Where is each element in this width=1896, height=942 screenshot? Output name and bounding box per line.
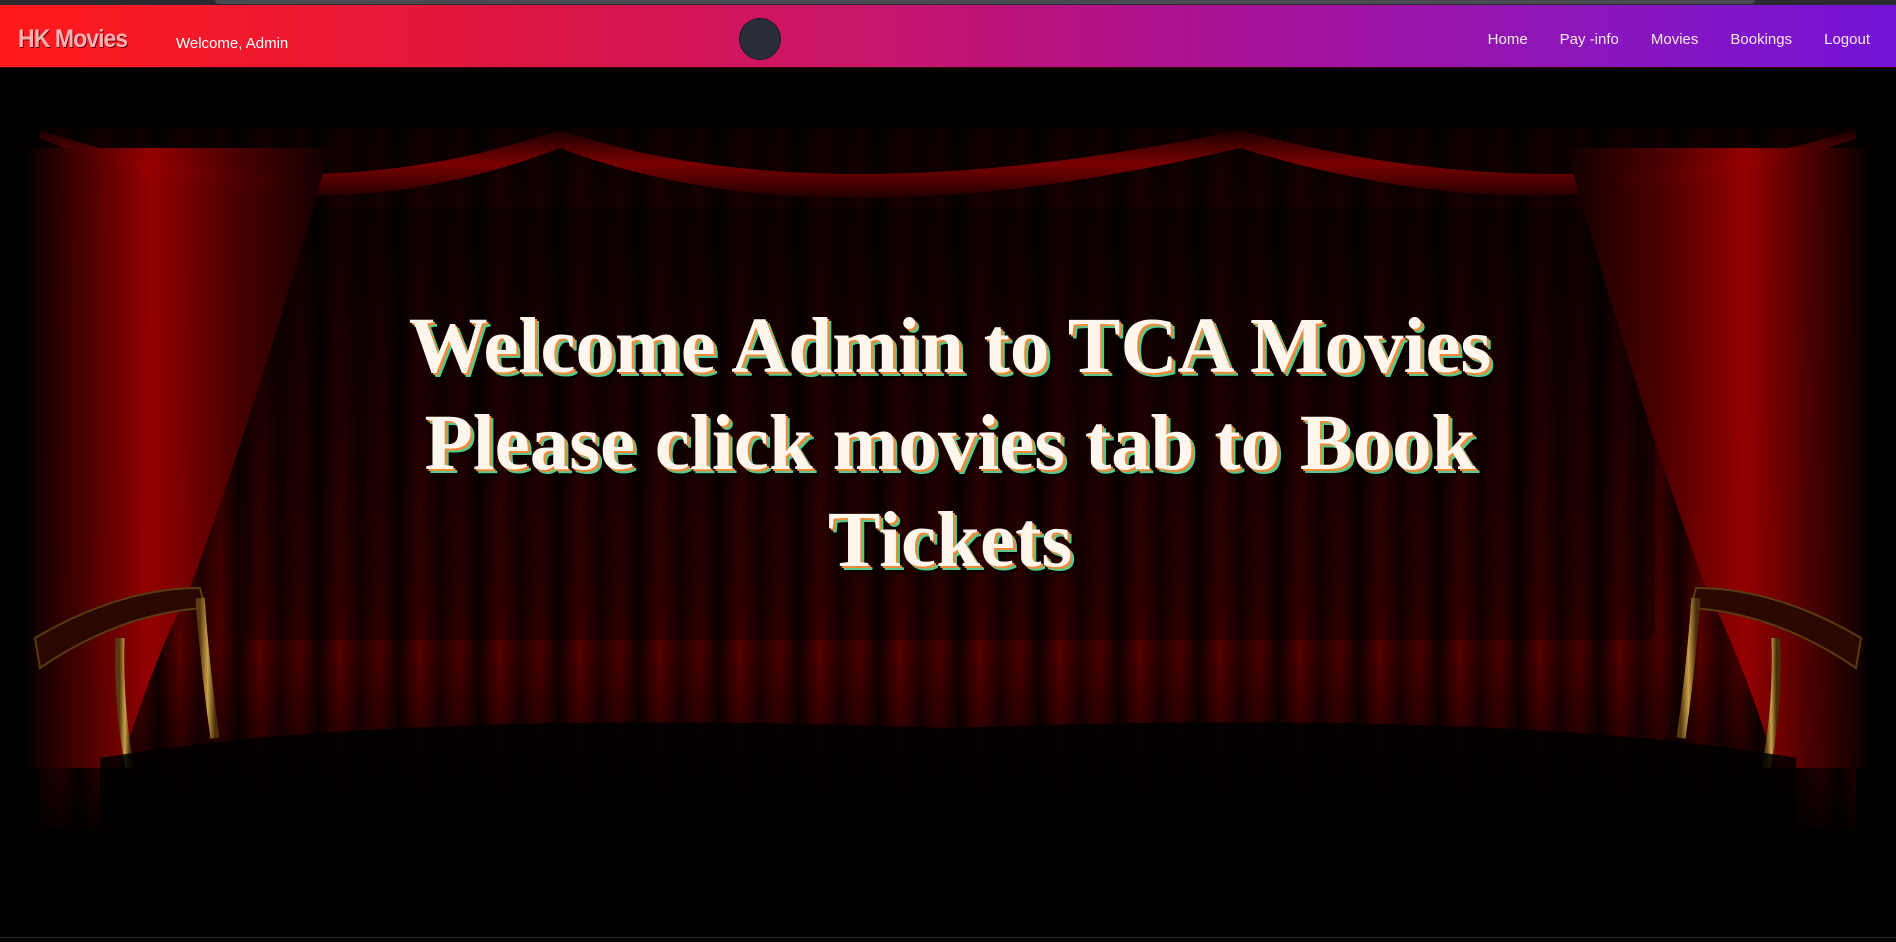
navbar: HK Movies Welcome, Admin Home Pay -info … [0,5,1896,68]
hero-line-2: Please click movies tab to Book [424,400,1476,487]
nav-pay-info[interactable]: Pay -info [1560,31,1619,48]
brand-logo[interactable]: HK Movies [18,25,128,54]
hero-heading: Welcome Admin to TCA Movies Please click… [300,298,1600,589]
hero-line-3: Tickets [827,497,1073,584]
avatar[interactable] [740,19,780,59]
nav-bookings[interactable]: Bookings [1730,31,1792,48]
theater-stage-background: Welcome Admin to TCA Movies Please click… [0,68,1896,942]
welcome-text: Welcome, Admin [176,35,289,52]
hero-line-1: Welcome Admin to TCA Movies [408,303,1492,390]
nav-movies[interactable]: Movies [1651,31,1699,48]
nav-home[interactable]: Home [1488,31,1528,48]
page: HK Movies Welcome, Admin Home Pay -info … [0,0,1896,942]
nav-logout[interactable]: Logout [1824,31,1870,48]
nav-links: Home Pay -info Movies Bookings Logout [1456,31,1870,48]
bottom-divider [0,937,1896,938]
browser-tab-bar [215,0,1755,4]
